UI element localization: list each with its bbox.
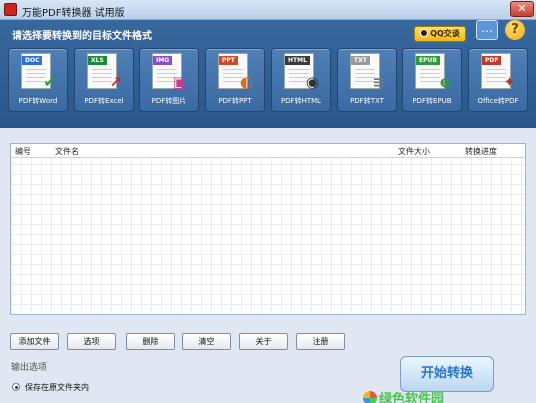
converter-epub-button[interactable]: EPUB e PDF转EPUB (402, 48, 462, 112)
delete-button[interactable]: 删除 (126, 333, 175, 350)
column-header-filesize[interactable]: 文件大小 (398, 146, 430, 157)
format-badge: ◉ (305, 73, 319, 91)
html-doc-icon: HTML ◉ (284, 53, 319, 91)
options-button[interactable]: 选项 (67, 333, 116, 350)
image-doc-icon: IMG ▣ (152, 53, 187, 91)
ppt-doc-icon: PPT ◐ (218, 53, 253, 91)
column-header-number[interactable]: 编号 (15, 146, 31, 157)
format-tag: XLS (88, 56, 107, 65)
window-title: 万能PDF转换器 试用版 (22, 8, 125, 19)
help-button[interactable]: ? (505, 20, 525, 40)
converter-html-button[interactable]: HTML ◉ PDF转HTML (271, 48, 331, 112)
qq-icon (420, 29, 429, 37)
app-logo-icon (4, 3, 17, 16)
column-header-filename[interactable]: 文件名 (55, 146, 79, 157)
converter-label: PDF转TXT (350, 97, 384, 105)
close-button[interactable]: ✕ (510, 1, 534, 17)
converter-label: PDF转HTML (280, 97, 322, 105)
converter-label: PDF转EPUB (412, 97, 452, 105)
format-tag: PDF (482, 56, 502, 65)
header-title: 请选择要转换到的目标文件格式 (12, 31, 152, 42)
format-badge: ≡ (372, 73, 385, 91)
format-badge: ✦ (503, 73, 516, 91)
watermark: 绿色软件园 (363, 388, 503, 403)
watermark-text: 绿色软件园 (379, 392, 445, 403)
converter-txt-button[interactable]: TXT ≡ PDF转TXT (337, 48, 397, 112)
column-header-progress[interactable]: 转换进度 (465, 146, 497, 157)
file-list-table[interactable]: 编号 文件名 文件大小 转换进度 (10, 143, 526, 315)
converter-xls-button[interactable]: XLS ↗ PDF转Excel (74, 48, 134, 112)
about-button[interactable]: 关于 (239, 333, 288, 350)
converter-ppt-button[interactable]: PPT ◐ PDF转PPT (205, 48, 265, 112)
format-tag: TXT (351, 56, 370, 65)
excel-doc-icon: XLS ↗ (87, 53, 122, 91)
converter-label: Office转PDF (477, 97, 519, 105)
format-selector-panel: 请选择要转换到的目标文件格式 QQ交谈 … ? DOC ✔ PDF转Word XLS ↗… (0, 20, 536, 128)
table-header: 编号 文件名 文件大小 转换进度 (11, 144, 525, 158)
format-badge: ↗ (109, 73, 122, 91)
converter-pdf-button[interactable]: PDF ✦ Office转PDF (468, 48, 528, 112)
title-bar: 万能PDF转换器 试用版 ✕ (0, 0, 536, 20)
save-in-source-folder-radio[interactable] (12, 383, 20, 391)
converter-label: PDF转Word (18, 97, 58, 105)
qq-chat-label: QQ交谈 (430, 29, 460, 38)
format-tag: HTML (285, 56, 310, 65)
converter-label: PDF转Excel (84, 97, 124, 105)
format-tag: EPUB (416, 56, 440, 65)
add-file-button[interactable]: 添加文件 (10, 333, 59, 350)
epub-doc-icon: EPUB e (415, 53, 450, 91)
word-doc-icon: DOC ✔ (21, 53, 56, 91)
save-in-source-folder-label[interactable]: 保存在原文件夹内 (25, 382, 89, 393)
converter-label: PDF转PPT (218, 97, 252, 105)
converter-list: DOC ✔ PDF转Word XLS ↗ PDF转Excel IMG ▣ PDF转图片 PPT ◐ P… (8, 48, 536, 120)
doc-lines (420, 69, 440, 85)
format-badge: ✔ (43, 73, 56, 91)
format-badge: ◐ (239, 73, 253, 91)
office-pdf-icon: PDF ✦ (481, 53, 516, 91)
qq-chat-button[interactable]: QQ交谈 (414, 26, 466, 42)
format-badge: e (439, 73, 450, 91)
format-tag: IMG (153, 56, 173, 65)
clear-button[interactable]: 清空 (182, 333, 231, 350)
converter-label: PDF转图片 (151, 97, 187, 105)
converter-doc-button[interactable]: DOC ✔ PDF转Word (8, 48, 68, 112)
register-button[interactable]: 注册 (296, 333, 345, 350)
watermark-logo-icon (363, 391, 377, 403)
txt-doc-icon: TXT ≡ (350, 53, 385, 91)
converter-img-button[interactable]: IMG ▣ PDF转图片 (139, 48, 199, 112)
format-tag: DOC (22, 56, 43, 65)
format-badge: ▣ (172, 73, 187, 91)
message-button[interactable]: … (476, 20, 498, 40)
output-options-label: 输出选项 (11, 363, 48, 373)
format-tag: PPT (219, 56, 238, 65)
start-convert-button[interactable]: 开始转换 (400, 356, 494, 392)
